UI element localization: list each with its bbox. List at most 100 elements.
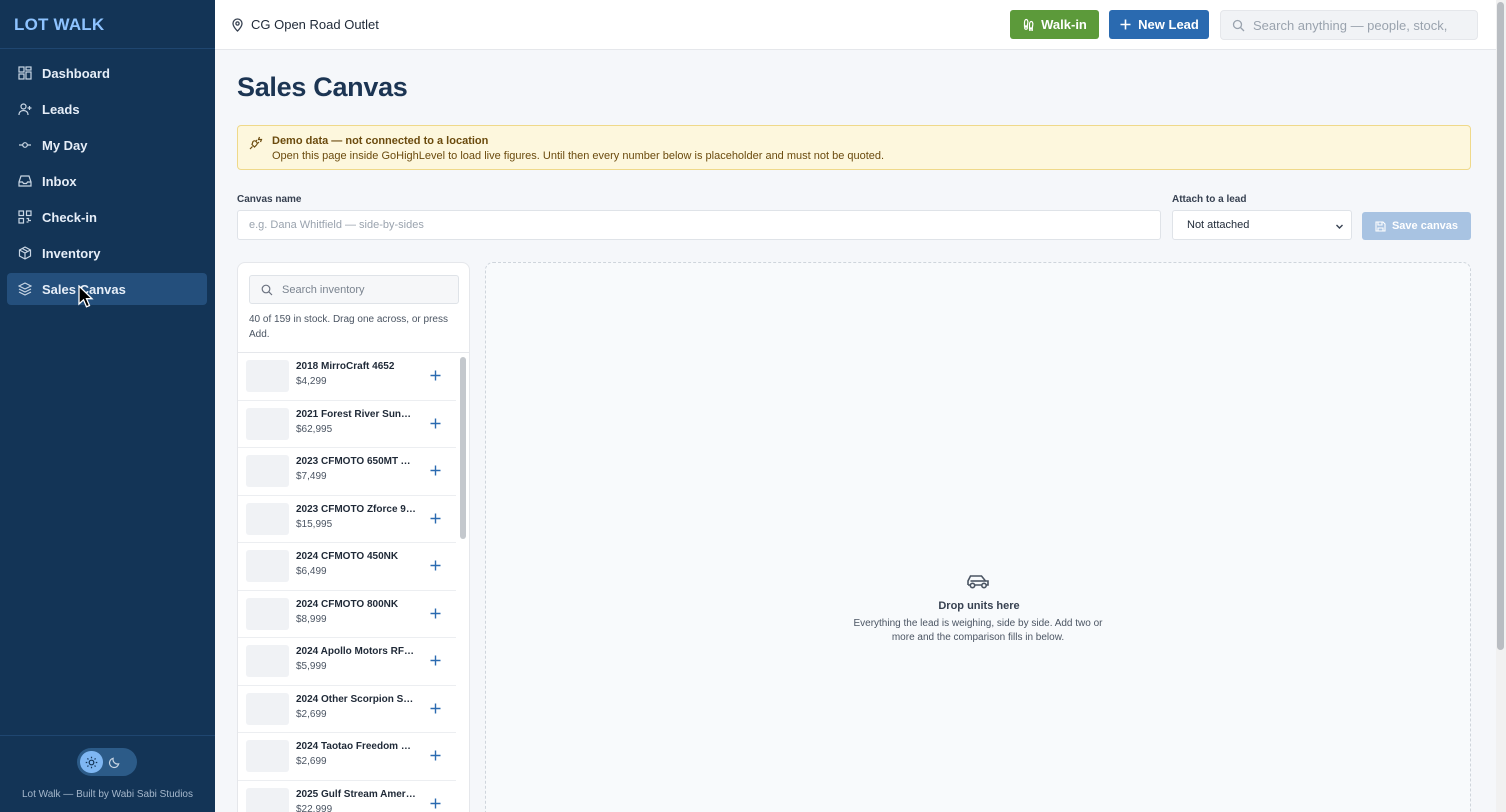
add-unit-icon[interactable] <box>428 463 443 478</box>
unit-thumbnail <box>246 455 289 487</box>
unit-price: $62,995 <box>296 423 333 435</box>
main-content: Sales Canvas Demo data — not connected t… <box>215 50 1496 812</box>
unit-price: $2,699 <box>296 756 327 767</box>
inventory-item[interactable]: 2018 MirroCraft 4652 $4,299 <box>238 353 456 401</box>
unit-price: $2,699 <box>296 708 327 720</box>
top-header: CG Open Road Outlet Walk-in New Lead <box>215 0 1496 50</box>
canvas-name-input[interactable] <box>237 210 1161 240</box>
canvas-drop-zone[interactable]: Drop units here Everything the lead is w… <box>485 262 1471 812</box>
global-search[interactable] <box>1220 10 1478 40</box>
search-icon <box>1232 19 1245 31</box>
sidebar-item-inbox[interactable]: Inbox <box>7 165 207 197</box>
new-lead-label: New Lead <box>1138 17 1199 32</box>
inventory-item[interactable]: 2025 Gulf Stream Ameri-... $22,999 <box>238 781 456 812</box>
brand-logo[interactable]: LOT WALK <box>14 15 104 35</box>
unit-thumbnail <box>246 740 289 772</box>
inventory-count: 40 of 159 in stock. Drag one across, or … <box>249 314 448 340</box>
sidebar-item-sales-canvas[interactable]: Sales Canvas <box>7 273 207 305</box>
unit-name: 2024 CFMOTO 450NK <box>296 551 399 562</box>
save-canvas-button[interactable]: Save canvas <box>1362 212 1471 240</box>
unit-thumbnail <box>246 360 289 392</box>
page-scroll-thumb[interactable] <box>1497 2 1504 650</box>
unit-name: 2021 Forest River Sunse... <box>296 408 416 420</box>
unit-name: 2023 CFMOTO Zforce 950 <box>296 503 416 515</box>
inventory-search[interactable] <box>249 275 459 304</box>
unit-thumbnail <box>246 550 289 582</box>
unit-name: 2024 Apollo Motors RFN ... <box>296 646 416 657</box>
add-unit-icon[interactable] <box>428 748 443 763</box>
location-selector[interactable]: CG Open Road Outlet <box>231 17 379 32</box>
add-unit-icon[interactable] <box>428 511 443 526</box>
mouse-cursor-icon <box>78 285 94 308</box>
add-unit-icon[interactable] <box>428 653 443 668</box>
add-unit-icon[interactable] <box>428 796 443 811</box>
sidebar-item-label: Leads <box>42 101 80 117</box>
sidebar-item-my-day[interactable]: My Day <box>7 129 207 161</box>
unit-name: 2025 Gulf Stream Ameri-... <box>296 788 416 800</box>
inventory-item[interactable]: 2024 Other Scorpion Stin... $2,699 <box>238 686 456 733</box>
sidebar-item-inventory[interactable]: Inventory <box>7 237 207 269</box>
attach-lead-label: Attach to a lead <box>1172 194 1247 205</box>
inventory-search-input[interactable] <box>282 283 452 296</box>
banner-text: Open this page inside GoHighLevel to loa… <box>272 150 885 162</box>
grid-icon <box>18 66 32 80</box>
footprints-icon <box>1024 18 1034 31</box>
qr-icon <box>18 210 32 224</box>
new-lead-button[interactable]: New Lead <box>1109 10 1209 39</box>
add-unit-icon[interactable] <box>428 558 443 573</box>
unit-name: 2024 Other Scorpion Stin... <box>296 693 416 705</box>
global-search-input[interactable] <box>1253 17 1473 33</box>
attach-lead-select[interactable]: Not attached <box>1172 210 1352 240</box>
unit-thumbnail <box>246 645 289 677</box>
unit-price: $6,499 <box>296 566 327 577</box>
inventory-scroll-thumb[interactable] <box>460 357 466 539</box>
sun-icon <box>85 756 98 768</box>
commit-icon <box>19 142 31 148</box>
save-canvas-label: Save canvas <box>1391 220 1459 232</box>
plug-icon <box>249 136 263 150</box>
walk-in-label: Walk-in <box>1041 17 1087 32</box>
chevron-down-icon <box>1336 224 1343 229</box>
inventory-item[interactable]: 2024 CFMOTO 800NK $8,999 <box>238 591 456 638</box>
light-mode-button[interactable] <box>80 751 103 773</box>
unit-thumbnail <box>246 597 289 630</box>
inventory-item[interactable]: 2023 CFMOTO 650MT Ad... $7,499 <box>238 448 456 496</box>
dark-mode-button[interactable] <box>103 751 126 773</box>
add-unit-icon[interactable] <box>428 606 443 621</box>
unit-price: $8,999 <box>296 613 327 625</box>
sidebar-item-check-in[interactable]: Check-in <box>7 201 207 233</box>
sidebar-item-dashboard[interactable]: Dashboard <box>7 57 207 89</box>
walk-in-button[interactable]: Walk-in <box>1010 10 1099 39</box>
divider <box>0 735 215 736</box>
drop-zone-title: Drop units here <box>938 600 1020 612</box>
unit-thumbnail <box>246 407 289 440</box>
inventory-item[interactable]: 2024 Apollo Motors RFN ... $5,999 <box>238 638 456 686</box>
plus-icon <box>1120 19 1131 30</box>
inventory-item[interactable]: 2024 CFMOTO 450NK $6,499 <box>238 543 456 591</box>
inventory-item[interactable]: 2021 Forest River Sunse... $62,995 <box>238 401 456 448</box>
package-icon <box>18 246 32 260</box>
unit-name: 2023 CFMOTO 650MT Ad... <box>296 456 416 467</box>
add-unit-icon[interactable] <box>428 368 443 383</box>
unit-thumbnail <box>246 692 289 725</box>
sidebar-item-label: Inventory <box>42 245 101 261</box>
unit-price: $5,999 <box>296 661 327 672</box>
add-unit-icon[interactable] <box>428 416 443 431</box>
drop-zone-text: Everything the lead is weighing, side by… <box>853 618 1103 643</box>
inventory-item[interactable]: 2023 CFMOTO Zforce 950 $15,995 <box>238 496 456 543</box>
sidebar-item-label: Inbox <box>42 173 77 189</box>
sidebar-item-leads[interactable]: Leads <box>7 93 207 125</box>
unit-price: $4,299 <box>296 376 327 387</box>
sidebar: LOT WALK Dashboard Leads My Day Inbox Ch… <box>0 0 215 812</box>
sidebar-nav: Dashboard Leads My Day Inbox Check-in In… <box>7 57 207 309</box>
banner-title: Demo data — not connected to a location <box>272 135 489 147</box>
add-unit-icon[interactable] <box>428 701 443 716</box>
unit-name: 2018 MirroCraft 4652 <box>296 361 395 372</box>
inventory-item[interactable]: 2024 Taotao Freedom Plus $2,699 <box>238 733 456 781</box>
moon-icon <box>108 757 120 768</box>
unit-price: $7,499 <box>296 471 327 482</box>
map-pin-icon <box>232 17 243 32</box>
sidebar-item-label: My Day <box>42 137 88 153</box>
layers-icon <box>18 282 32 296</box>
theme-toggle[interactable] <box>77 748 137 776</box>
